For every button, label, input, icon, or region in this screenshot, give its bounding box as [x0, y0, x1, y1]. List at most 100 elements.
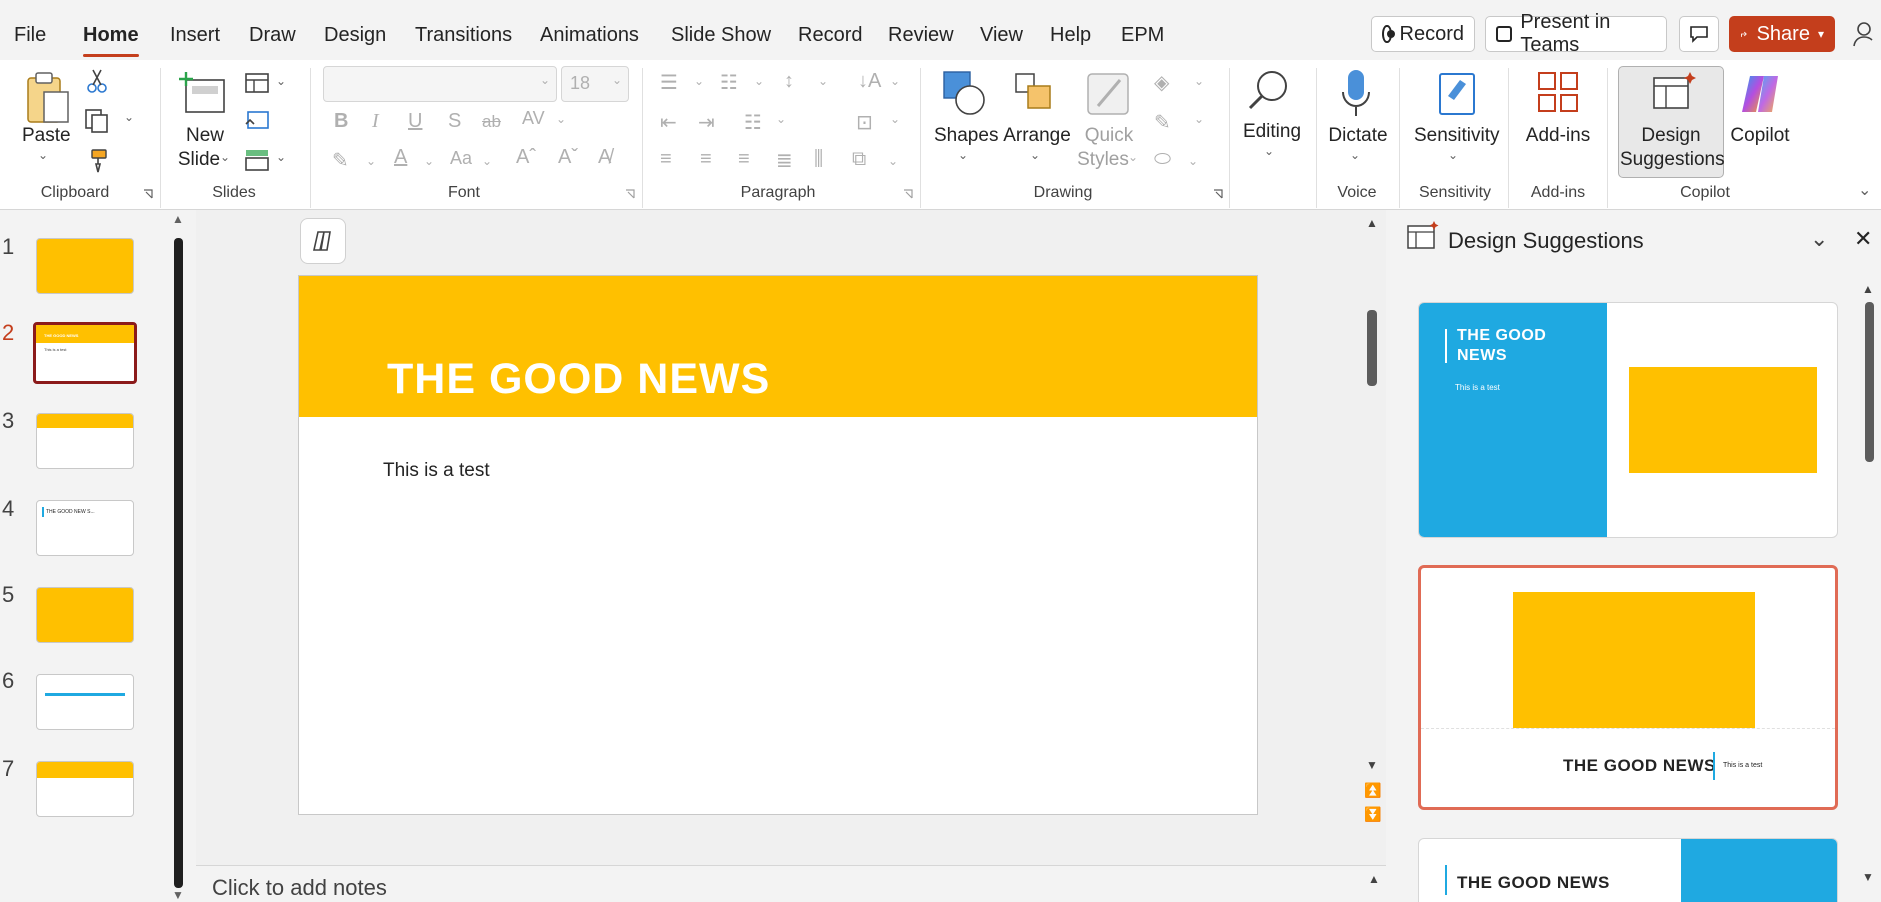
tab-epm[interactable]: EPM: [1121, 24, 1164, 47]
shape-outline-icon[interactable]: ✎: [1154, 110, 1171, 135]
character-spacing-icon[interactable]: AV: [522, 108, 545, 129]
people-icon[interactable]: [1853, 20, 1879, 48]
justify-icon[interactable]: ≣: [776, 148, 793, 173]
notes-placeholder[interactable]: Click to add notes: [212, 875, 387, 901]
record-button[interactable]: Record: [1371, 16, 1475, 52]
dialog-launcher-icon[interactable]: [1212, 188, 1224, 200]
scroll-down-arrow-icon[interactable]: ▼: [1366, 758, 1378, 772]
align-right-icon[interactable]: ≡: [738, 148, 750, 171]
strikethrough-icon[interactable]: ab: [482, 112, 501, 132]
format-painter-icon[interactable]: [84, 148, 110, 174]
chevron-down-icon[interactable]: ⌄: [776, 112, 786, 126]
paste-label[interactable]: Paste: [22, 124, 71, 147]
tab-design[interactable]: Design: [324, 24, 386, 47]
reset-icon[interactable]: [244, 110, 270, 132]
line-spacing-icon[interactable]: ↕: [784, 70, 794, 93]
slide-thumbnail-2[interactable]: THE GOOD NEWS This is a test: [33, 322, 137, 384]
next-slide-icon[interactable]: ⏬: [1364, 806, 1381, 823]
smartart-icon[interactable]: ⧉: [852, 148, 866, 171]
shape-fill-icon[interactable]: ◈: [1154, 70, 1169, 95]
copilot-slide-button[interactable]: [300, 218, 346, 264]
scroll-up-arrow-icon[interactable]: ▲: [1366, 216, 1378, 230]
arrange-label[interactable]: Arrange: [1002, 124, 1072, 147]
tab-transitions[interactable]: Transitions: [415, 24, 512, 47]
text-direction-icon[interactable]: ↓A: [858, 70, 881, 93]
slide-thumbnail-6[interactable]: [36, 674, 134, 730]
chevron-down-icon[interactable]: ⌄: [1128, 150, 1138, 164]
chevron-down-icon[interactable]: ⌄: [694, 74, 704, 88]
font-name-combo[interactable]: ⌄: [323, 66, 557, 102]
increase-indent-icon[interactable]: ⇥: [698, 110, 715, 135]
italic-icon[interactable]: I: [372, 110, 379, 133]
chevron-down-icon[interactable]: ⌄: [220, 150, 230, 164]
arrange-icon[interactable]: [1012, 70, 1058, 116]
tab-draw[interactable]: Draw: [249, 24, 296, 47]
bullets-icon[interactable]: ☰: [660, 70, 678, 95]
share-button[interactable]: Share ▾: [1729, 16, 1835, 52]
chevron-down-icon[interactable]: ⌄: [818, 74, 828, 88]
distributed-icon[interactable]: ⫼: [814, 148, 823, 171]
chevron-down-icon[interactable]: ⌄: [1810, 226, 1828, 252]
design-suggestion-card-3[interactable]: THE GOOD NEWS: [1418, 838, 1838, 902]
clear-formatting-icon[interactable]: A̸: [598, 146, 611, 169]
underline-icon[interactable]: U: [408, 110, 422, 133]
slide-thumbnail-3[interactable]: [36, 413, 134, 469]
decrease-indent-icon[interactable]: ⇤: [660, 110, 677, 135]
chevron-down-icon[interactable]: ⌄: [276, 74, 286, 88]
scroll-up-arrow-icon[interactable]: ▲: [1368, 872, 1380, 886]
chevron-down-icon[interactable]: ⌄: [958, 148, 968, 162]
tab-review[interactable]: Review: [888, 24, 954, 47]
align-text-icon[interactable]: ⊡: [856, 110, 873, 135]
new-slide-icon[interactable]: [178, 70, 228, 120]
layout-icon[interactable]: [244, 72, 270, 94]
numbering-icon[interactable]: ☷: [720, 70, 738, 95]
copy-icon[interactable]: [84, 108, 112, 134]
tab-record[interactable]: Record: [798, 24, 862, 47]
chevron-down-icon[interactable]: ⌄: [1350, 148, 1360, 162]
paste-icon[interactable]: [24, 70, 72, 126]
chevron-down-icon[interactable]: ⌄: [754, 74, 764, 88]
scroll-up-arrow-icon[interactable]: ▲: [1862, 282, 1874, 296]
section-icon[interactable]: [244, 148, 270, 172]
close-icon[interactable]: ✕: [1854, 226, 1872, 252]
present-in-teams-button[interactable]: Present in Teams: [1485, 11, 1667, 56]
chevron-down-icon[interactable]: ⌄: [1448, 148, 1458, 162]
highlight-icon[interactable]: ✎: [332, 148, 349, 173]
chevron-down-icon[interactable]: ⌄: [366, 154, 376, 168]
font-color-icon[interactable]: A: [394, 146, 407, 169]
quick-styles-label-2[interactable]: Styles: [1074, 148, 1132, 171]
copilot-button-label[interactable]: Copilot: [1728, 124, 1792, 147]
chevron-down-icon[interactable]: ⌄: [276, 150, 286, 164]
copilot-icon[interactable]: [1736, 72, 1784, 116]
chevron-down-icon[interactable]: ⌄: [1194, 112, 1204, 126]
new-slide-label-2[interactable]: Slide: [172, 148, 226, 171]
bold-icon[interactable]: B: [334, 110, 348, 133]
slide-thumbnail-1[interactable]: [36, 238, 134, 294]
scroll-down-arrow-icon[interactable]: ▼: [1862, 870, 1874, 884]
thumbnail-scrollbar[interactable]: [174, 238, 183, 888]
tab-view[interactable]: View: [980, 24, 1023, 47]
sensitivity-button-label[interactable]: Sensitivity: [1414, 124, 1500, 147]
notes-pane[interactable]: Click to add notes ▲: [196, 865, 1386, 902]
shapes-label[interactable]: Shapes: [934, 124, 998, 147]
quick-styles-icon[interactable]: [1084, 70, 1134, 118]
chevron-down-icon[interactable]: ⌄: [888, 154, 898, 168]
previous-slide-icon[interactable]: ⏫: [1364, 782, 1381, 799]
chevron-down-icon[interactable]: ⌄: [1194, 74, 1204, 88]
chevron-down-icon[interactable]: ⌄: [1264, 144, 1274, 158]
chevron-down-icon[interactable]: ⌄: [556, 112, 566, 126]
align-left-icon[interactable]: ≡: [660, 148, 672, 171]
chevron-down-icon[interactable]: ⌄: [124, 110, 134, 124]
font-size-combo[interactable]: 18 ⌄: [561, 66, 629, 102]
slide-scrollbar-thumb[interactable]: [1367, 310, 1377, 386]
cut-icon[interactable]: [86, 68, 108, 94]
dialog-launcher-icon[interactable]: [902, 188, 914, 200]
editing-label[interactable]: Editing: [1240, 120, 1304, 143]
shapes-icon[interactable]: [942, 70, 988, 118]
align-center-icon[interactable]: ≡: [700, 148, 712, 171]
slide-thumbnail-5[interactable]: [36, 587, 134, 643]
tab-home[interactable]: Home: [83, 24, 139, 57]
slide-thumbnail-4[interactable]: THE GOOD NEW S...: [36, 500, 134, 556]
chevron-down-icon[interactable]: ⌄: [1030, 148, 1040, 162]
sensitivity-icon[interactable]: [1434, 68, 1478, 118]
